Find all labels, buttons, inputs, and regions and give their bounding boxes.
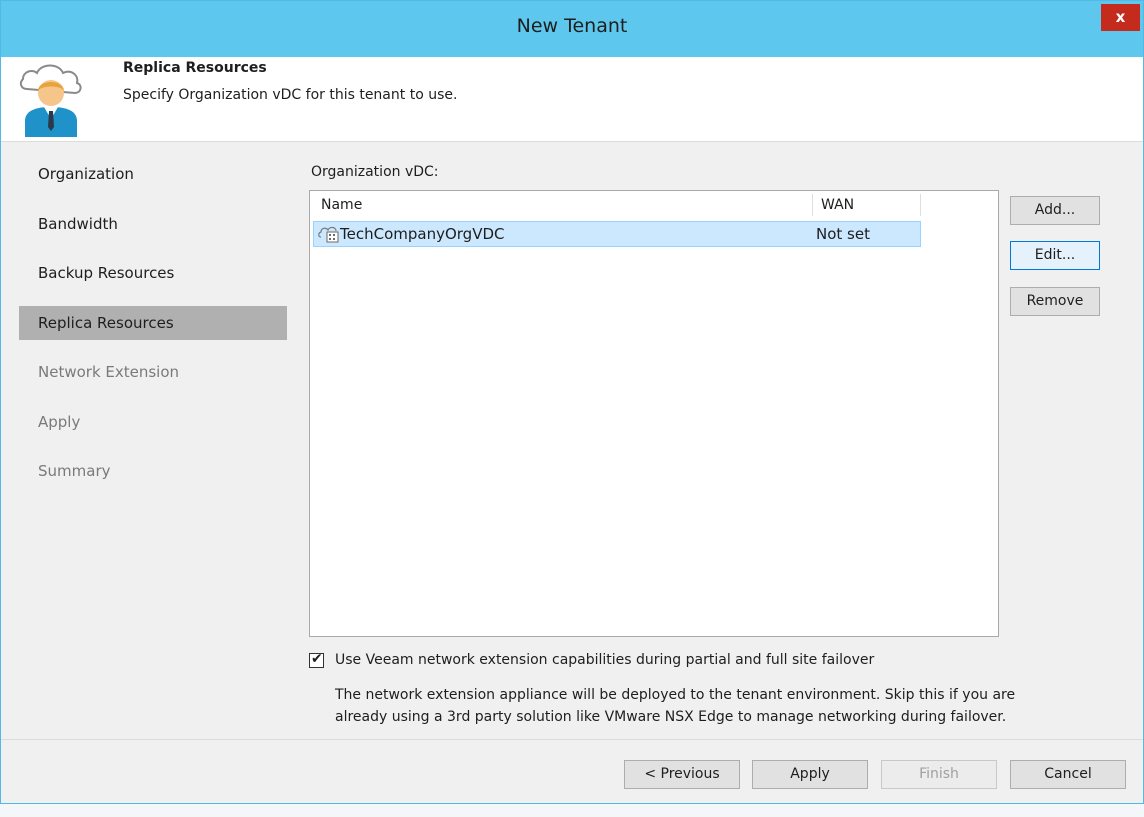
wizard-header: Replica Resources Specify Organization v… (1, 57, 1143, 141)
header-description: Specify Organization vDC for this tenant… (123, 87, 458, 103)
table-row[interactable]: TechCompanyOrgVDC Not set (313, 221, 921, 247)
row-wan-cell: Not set (816, 225, 870, 243)
wizard-steps: Organization Bandwidth Backup Resources … (19, 157, 287, 504)
remove-button[interactable]: Remove (1010, 287, 1100, 316)
close-button[interactable]: x (1101, 4, 1140, 31)
step-replica-resources[interactable]: Replica Resources (19, 305, 287, 340)
network-extension-checkbox[interactable]: ✔ (309, 651, 324, 668)
checkmark-icon: ✔ (311, 651, 323, 667)
tenant-user-cloud-icon (19, 64, 82, 137)
org-vdc-label: Organization vDC: (311, 164, 439, 180)
title-bar[interactable]: New Tenant x (1, 1, 1143, 57)
column-header-wan[interactable]: WAN (813, 194, 921, 216)
finish-button: Finish (881, 760, 997, 789)
step-network-extension: Network Extension (38, 363, 180, 381)
header-separator (1, 141, 1143, 142)
header-title: Replica Resources (123, 60, 267, 76)
cancel-button[interactable]: Cancel (1010, 760, 1126, 789)
org-vdc-icon (318, 226, 339, 243)
step-organization[interactable]: Organization (19, 157, 287, 191)
add-button[interactable]: Add... (1010, 196, 1100, 225)
step-backup-resources[interactable]: Backup Resources (19, 256, 287, 290)
new-tenant-window: New Tenant x Replica Resources Specify O… (0, 0, 1144, 804)
column-header-name[interactable]: Name (313, 194, 813, 216)
window-title: New Tenant (516, 15, 628, 37)
network-extension-note: The network extension appliance will be … (335, 684, 1115, 728)
edit-button[interactable]: Edit... (1010, 241, 1100, 270)
network-extension-checkbox-label[interactable]: Use Veeam network extension capabilities… (335, 652, 874, 668)
note-line-2: already using a 3rd party solution like … (335, 709, 1007, 725)
row-name-cell: TechCompanyOrgVDC (340, 225, 505, 243)
previous-button[interactable]: < Previous (624, 760, 740, 789)
step-summary: Summary (38, 462, 111, 480)
apply-button[interactable]: Apply (752, 760, 868, 789)
note-line-1: The network extension appliance will be … (335, 687, 1016, 703)
org-vdc-list[interactable]: Name WAN TechCompanyOrgVDC Not set (309, 190, 999, 637)
step-bandwidth[interactable]: Bandwidth (19, 207, 287, 241)
step-apply: Apply (38, 412, 81, 431)
